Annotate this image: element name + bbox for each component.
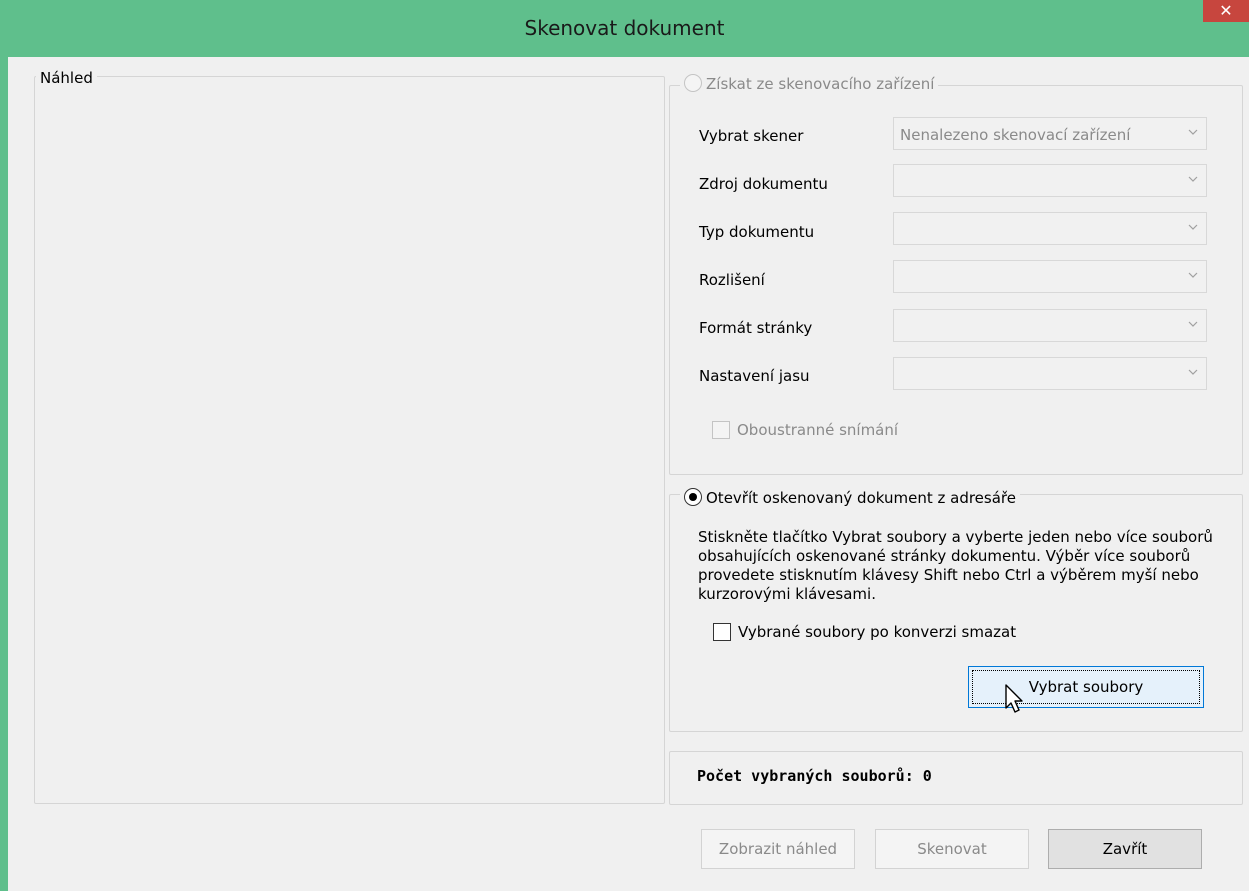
document-type-label: Typ dokumentu: [699, 223, 815, 241]
duplex-checkbox[interactable]: [712, 421, 730, 439]
preview-panel: [34, 76, 665, 804]
resolution-select[interactable]: [893, 260, 1207, 293]
open-directory-legend: Otevřít oskenovaný dokument z adresáře: [680, 488, 1020, 507]
chevron-down-icon: [1188, 174, 1198, 184]
delete-after-conversion-checkbox[interactable]: [713, 623, 731, 641]
preview-label: Náhled: [36, 69, 97, 87]
open-directory-radio[interactable]: [684, 488, 702, 506]
scan-source-radio[interactable]: [684, 74, 702, 92]
open-directory-description: Stiskněte tlačítko Vybrat soubory a vybe…: [698, 528, 1213, 603]
select-files-button[interactable]: Vybrat soubory: [968, 666, 1204, 708]
page-format-label: Formát stránky: [699, 319, 813, 337]
close-icon: ✕: [1219, 1, 1233, 20]
dialog-body: Náhled Získat ze skenovacího zařízení Vy…: [8, 57, 1249, 891]
dialog-window: Skenovat dokument ✕ Náhled Získat ze ske…: [0, 0, 1249, 891]
chevron-down-icon: [1188, 222, 1198, 232]
chevron-down-icon: [1188, 319, 1198, 329]
scan-button[interactable]: Skenovat: [875, 829, 1029, 869]
close-window-button[interactable]: ✕: [1203, 0, 1249, 22]
scan-source-legend: Získat ze skenovacího zařízení: [680, 74, 939, 93]
title-bar[interactable]: Skenovat dokument ✕: [0, 0, 1249, 57]
resolution-label: Rozlišení: [699, 271, 765, 289]
open-directory-label: Otevřít oskenovaný dokument z adresáře: [706, 489, 1016, 507]
document-source-select[interactable]: [893, 164, 1207, 197]
selected-files-count: Počet vybraných souborů: 0: [697, 767, 932, 785]
chevron-down-icon: [1188, 127, 1198, 137]
scanner-select-value: Nenalezeno skenovací zařízení: [900, 126, 1131, 144]
mouse-pointer-icon: [1005, 684, 1029, 716]
document-source-label: Zdroj dokumentu: [699, 175, 828, 193]
chevron-down-icon: [1188, 367, 1198, 377]
show-preview-button[interactable]: Zobrazit náhled: [701, 829, 855, 869]
close-button[interactable]: Zavřít: [1048, 829, 1202, 869]
duplex-label: Oboustranné snímání: [737, 421, 899, 439]
document-type-select[interactable]: [893, 212, 1207, 245]
select-scanner-label: Vybrat skener: [699, 127, 804, 145]
brightness-label: Nastavení jasu: [699, 367, 810, 385]
window-title: Skenovat dokument: [524, 16, 725, 40]
delete-after-conversion-label: Vybrané soubory po konverzi smazat: [738, 623, 1017, 641]
brightness-select[interactable]: [893, 357, 1207, 390]
radio-selected-dot: [689, 493, 697, 501]
chevron-down-icon: [1188, 270, 1198, 280]
scanner-select[interactable]: Nenalezeno skenovací zařízení: [893, 117, 1207, 150]
scan-source-label: Získat ze skenovacího zařízení: [706, 75, 935, 93]
page-format-select[interactable]: [893, 309, 1207, 342]
